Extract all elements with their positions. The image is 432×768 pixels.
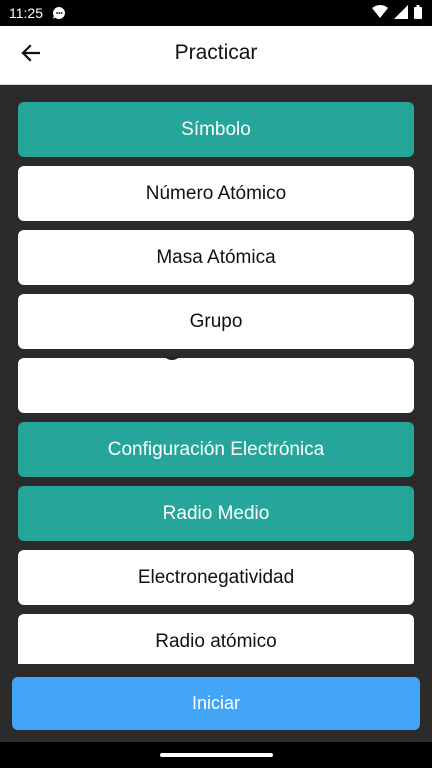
- option-item-grupo[interactable]: Grupo: [18, 294, 414, 349]
- option-label: Número Atómico: [145, 182, 287, 204]
- battery-icon: [414, 5, 422, 24]
- option-item-simbolo[interactable]: Símbolo: [18, 102, 414, 157]
- option-label: Símbolo: [181, 118, 251, 140]
- status-icons: [372, 5, 422, 24]
- status-bar: 11:25: [0, 0, 432, 26]
- option-item-masa-atomica[interactable]: Masa Atómica: [18, 230, 414, 285]
- app-bar: Practicar: [0, 26, 432, 85]
- option-item-blank[interactable]: [18, 358, 414, 413]
- option-label: Masa Atómica: [156, 246, 276, 268]
- start-button-label: Iniciar: [191, 693, 240, 713]
- option-item-radio-atomico[interactable]: Radio atómico: [18, 614, 414, 664]
- home-indicator[interactable]: [160, 753, 273, 757]
- option-label: Radio atómico: [155, 630, 277, 652]
- option-label: Radio Medio: [162, 502, 270, 524]
- option-item-radio-medio[interactable]: Radio Medio: [18, 486, 414, 541]
- option-label: Grupo: [189, 310, 243, 332]
- option-list[interactable]: Símbolo Número Atómico Masa Atómica Grup…: [18, 102, 414, 664]
- start-button[interactable]: Iniciar: [12, 677, 420, 730]
- chat-icon: [52, 6, 66, 25]
- option-label: Configuración Electrónica: [107, 438, 325, 460]
- page-title: Practicar: [174, 41, 258, 64]
- option-item-numero-atomico[interactable]: Número Atómico: [18, 166, 414, 221]
- option-item-electronegatividad[interactable]: Electronegatividad: [18, 550, 414, 605]
- wifi-icon: [372, 5, 388, 24]
- option-item-configuracion-electronica[interactable]: Configuración Electrónica: [18, 422, 414, 477]
- status-time: 11:25: [9, 5, 43, 21]
- signal-icon: [394, 5, 408, 24]
- option-label: Electronegatividad: [137, 566, 295, 588]
